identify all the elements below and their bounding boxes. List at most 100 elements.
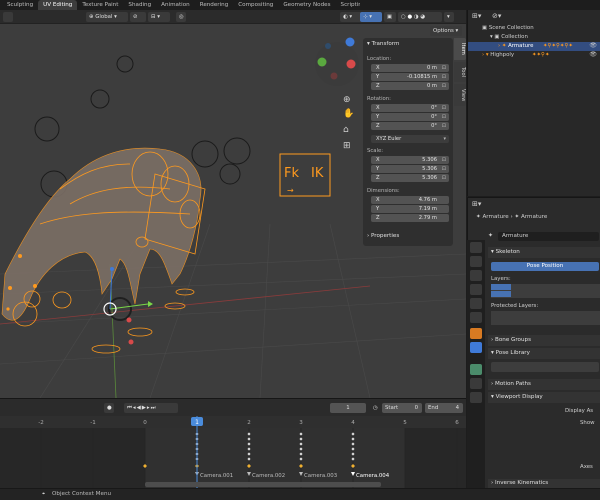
properties-editor-type-icon[interactable]: ⊞▾ [472,200,481,208]
timeline-scrollbar[interactable] [145,482,381,487]
timeline[interactable]: -2 -1 0 2 3 4 5 6 Camera.001 Camera.002 Camera.00… [0,416,466,488]
tab-animation[interactable]: Animation [156,0,195,10]
rotation-y-field[interactable]: Y 0° ⊡ [371,113,449,121]
visibility-eye-icon[interactable]: 👁 [589,42,597,49]
world-tab-icon[interactable] [470,312,482,323]
material-shading-icon[interactable]: ◑ [414,14,419,20]
protected-layers-grid[interactable] [491,311,600,325]
marker-label: Camera.002 [252,473,285,479]
tab-shading[interactable]: Shading [123,0,156,10]
snap-button[interactable]: ⊟ ▾ [148,12,170,22]
location-z-field[interactable]: Z0 m ⊡ [371,82,449,90]
record-button[interactable]: ● [104,403,114,413]
dimensions-y-field[interactable]: Y 7.19 m [371,205,449,213]
rotation-mode-dropdown[interactable]: XYZ Euler ▾ [371,135,449,143]
end-frame-field[interactable]: End 4 [425,403,463,413]
tab-texture-paint[interactable]: Texture Paint [77,0,123,10]
tab-geometry-nodes[interactable]: Geometry Nodes [278,0,335,10]
shading-modes[interactable]: ○ ● ◑ ◕ [398,12,442,22]
output-tab-icon[interactable] [470,270,482,281]
object-tab-icon[interactable] [470,328,482,339]
layers-label: Layers: [491,276,511,282]
scale-z-field[interactable]: Z 5.306 ⊡ [371,174,449,182]
view-layer-tab-icon[interactable] [470,284,482,295]
tab-rendering[interactable]: Rendering [195,0,234,10]
scene-tab-icon[interactable] [470,298,482,309]
pan-icon[interactable]: ✋ [343,107,354,119]
camera-view-icon[interactable]: ⌂ [343,125,349,135]
tab-sculpting[interactable]: Sculpting [2,0,38,10]
filter-icon[interactable]: ⊘▾ [492,12,501,20]
tab-uv-editing[interactable]: UV Editing [38,0,78,10]
tab-view[interactable]: View [454,84,466,106]
pose-library-panel-header[interactable]: ▾ Pose Library [488,348,600,359]
options-dropdown[interactable]: Options ▾ [430,26,462,36]
lock-icon: ⊡ [441,123,446,129]
ruler-tick-label: -2 [38,420,44,426]
sidebar-panel: ▾ Transform Location: X0 m ⊡ Y -0.10815 m ⊡… [363,38,453,246]
rotation-z-field[interactable]: Z 0° ⊡ [371,122,449,130]
scale-x-field[interactable]: X 5.306 ⊡ [371,156,449,164]
start-frame-field[interactable]: Start 0 [382,403,422,413]
zoom-icon[interactable]: ⊕ [343,95,351,105]
playback-controls[interactable]: ⏮◂◀▶▸⏭ [124,403,178,413]
solid-shading-icon[interactable]: ● [407,14,412,20]
armature-data-tab-icon[interactable] [470,364,482,375]
location-y-field[interactable]: Y -0.10815 m ⊡ [371,73,449,81]
xray-toggle[interactable]: ▣ [384,12,396,22]
sidebar-tabs: Item Tool View [454,38,466,108]
bone-constraints-tab-icon[interactable] [470,392,482,403]
lock-icon: ⊡ [441,65,446,71]
pivot-button[interactable]: ⊘ [130,12,146,22]
skeleton-panel-header[interactable]: ▾ Skeleton [488,247,600,258]
timeline-canvas[interactable]: -2 -1 0 2 3 4 5 6 Camera.001 Camera.002 Camera.00… [0,416,466,488]
bone-tab-icon[interactable] [470,378,482,389]
motion-paths-panel-header[interactable]: › Motion Paths [488,379,600,390]
orientation-dropdown[interactable]: ⊕ Global ▾ [86,12,128,22]
view-menu-button[interactable] [3,12,13,22]
shading-dropdown[interactable]: ▾ [444,12,454,22]
tab-item[interactable]: Item [454,38,466,60]
ruler-tick-label: 2 [247,420,251,426]
pose-position-button[interactable]: Pose Position [491,262,599,271]
preview-range-icon[interactable]: ◷ [370,403,380,413]
rotation-x-field[interactable]: X 0° ⊡ [371,104,449,112]
fk-arrow-label: → [287,186,294,195]
dimensions-x-field[interactable]: X 4.76 m [371,196,449,204]
scale-y-field[interactable]: Y 5.306 ⊡ [371,165,449,173]
navigation-gizmo[interactable] [315,37,359,87]
gizmo-toggle[interactable]: ⊹ ▾ [360,12,382,22]
tool-tab-icon[interactable] [470,242,482,253]
visibility-eye-icon[interactable]: 👁 [589,51,597,58]
rendered-shading-icon[interactable]: ◕ [420,14,425,20]
editor-type-icon[interactable]: ⊞▾ [472,12,481,20]
outliner-highpoly[interactable]: › ▾ Highpoly ✦✦⚲✦ [468,51,600,60]
transform-section[interactable]: ▾ Transform [367,41,399,47]
properties-section[interactable]: › Properties [367,233,399,239]
tab-scripting[interactable]: Scripting [336,0,360,10]
visibility-button[interactable]: ◐ ▾ [340,12,362,22]
outliner-scene-collection[interactable]: ▣ Scene Collection [468,24,600,33]
tab-tool[interactable]: Tool [454,62,466,82]
layers-grid[interactable] [491,284,600,298]
rotation-label: Rotation: [367,96,391,102]
current-frame-field[interactable]: 1 [330,403,366,413]
tab-compositing[interactable]: Compositing [233,0,278,10]
location-x-field[interactable]: X0 m ⊡ [371,64,449,72]
modifiers-tab-icon[interactable] [470,342,482,353]
outliner: ⊞▾ ⊘▾ ▣ Scene Collection ▾ ▣ Collection … [467,10,600,196]
armature-name-field[interactable]: Armature [498,232,599,241]
render-tab-icon[interactable] [470,256,482,267]
inverse-kinematics-panel-header[interactable]: › Inverse Kinematics [488,479,600,488]
ruler-tick-label: 6 [455,420,459,426]
jump-end-icon: ⏭ [150,405,157,411]
wireframe-shading-icon[interactable]: ○ [401,14,406,20]
dimensions-z-field[interactable]: Z 2.79 m [371,214,449,222]
outliner-collection[interactable]: ▾ ▣ Collection [468,33,600,42]
ortho-toggle-icon[interactable]: ⊞ [343,141,351,151]
proportional-edit-button[interactable]: ◎ [176,12,186,22]
outliner-armature[interactable]: › ✦ Armature ✦⚲✦⚲✦⚲✦ [468,42,600,51]
viewport-display-panel-header[interactable]: ▾ Viewport Display [488,392,600,403]
pose-library-selector[interactable] [491,362,599,372]
bone-groups-panel-header[interactable]: › Bone Groups [488,335,600,346]
